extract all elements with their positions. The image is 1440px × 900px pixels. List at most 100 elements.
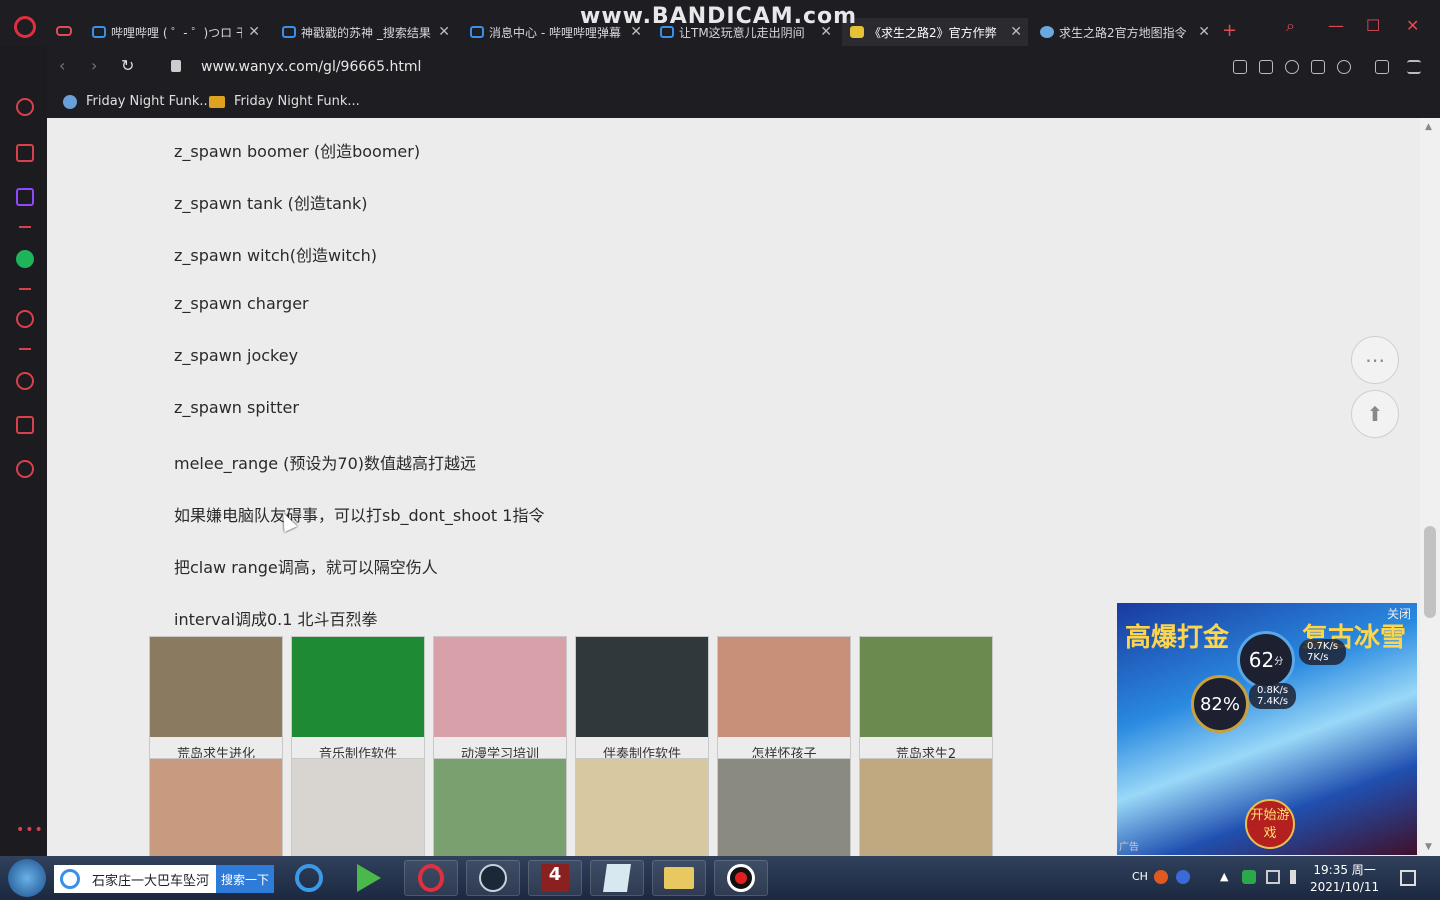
share-icon[interactable] <box>1233 60 1247 74</box>
recommendation-image <box>292 637 424 737</box>
network-icon[interactable] <box>1266 870 1280 884</box>
search-icon[interactable]: ⌕ <box>1286 16 1295 36</box>
game-advertisement[interactable]: 高爆打金 复古冰雪 关闭 广告 62 分 0.7K/s 7K/s 82% 0.8K… <box>1117 603 1417 855</box>
recommendation-card[interactable] <box>291 758 425 856</box>
recommendation-image <box>718 759 850 856</box>
new-tab-button[interactable]: + <box>1222 20 1237 41</box>
sogou-input-icon[interactable] <box>1154 870 1168 884</box>
share-float-button[interactable]: ⋯ <box>1351 336 1399 384</box>
cpu-gauge[interactable]: 82% <box>1191 675 1249 733</box>
recommendation-card[interactable] <box>859 758 993 856</box>
recommendation-card[interactable] <box>149 758 283 856</box>
recommendation-image <box>576 637 708 737</box>
action-center-icon[interactable] <box>1400 870 1416 886</box>
recommendation-card[interactable]: 荒岛求生2 <box>859 636 993 763</box>
ad-label: 广告 <box>1119 842 1139 853</box>
settings-gear-icon[interactable] <box>16 460 34 478</box>
history-icon[interactable] <box>16 372 34 390</box>
ie-search-icon <box>60 869 80 889</box>
scrollbar-thumb[interactable] <box>1424 526 1436 618</box>
recommendation-image <box>718 637 850 737</box>
recommendation-card[interactable]: 荒岛求生进化 <box>149 636 283 763</box>
maximize-button[interactable]: ☐ <box>1366 16 1380 35</box>
back-to-top-button[interactable]: ⬆ <box>1351 390 1399 438</box>
recommendation-card[interactable]: 音乐制作软件 <box>291 636 425 763</box>
network-speed: 0.8K/s 7.4K/s <box>1249 683 1297 709</box>
tab-bilibili-home[interactable]: 哔哩哔哩 ( ゜- ゜)つロ 干杯 ✕ <box>84 18 266 46</box>
recommendation-card[interactable] <box>433 758 567 856</box>
more-icon[interactable]: ••• <box>16 822 44 838</box>
security-shield-icon[interactable] <box>1242 870 1256 884</box>
url-field[interactable]: www.wanyx.com/gl/96665.html <box>201 59 421 75</box>
recommendation-card[interactable] <box>575 758 709 856</box>
adblock-icon[interactable] <box>1285 60 1299 74</box>
bookmark-item[interactable]: Friday Night Funk... <box>209 94 360 109</box>
recommendation-card[interactable]: 伴奏制作软件 <box>575 636 709 763</box>
send-icon[interactable] <box>1311 60 1325 74</box>
ad-close-button[interactable]: 关闭 <box>1387 605 1411 622</box>
close-icon[interactable]: ✕ <box>1198 24 1210 40</box>
scroll-down-icon[interactable]: ▼ <box>1425 842 1432 852</box>
bilibili-icon <box>92 26 106 38</box>
easy-setup-menu-icon[interactable] <box>1407 60 1421 74</box>
heart-icon[interactable] <box>1337 60 1351 74</box>
close-window-button[interactable]: ✕ <box>1406 16 1419 35</box>
page-scrollbar[interactable]: ▲ ▼ <box>1420 118 1440 856</box>
gamepad-icon[interactable] <box>56 26 72 36</box>
help-icon[interactable] <box>1176 870 1190 884</box>
recommendation-card[interactable]: 怎样怀孩子 <box>717 636 851 763</box>
forward-button[interactable]: › <box>91 56 97 75</box>
whatsapp-icon[interactable] <box>16 250 34 268</box>
back-button[interactable]: ‹ <box>59 56 65 75</box>
taskbar-search-button[interactable]: 搜索一下 <box>216 865 274 893</box>
close-icon[interactable]: ✕ <box>438 24 450 40</box>
article-line: z_spawn spitter <box>174 398 299 417</box>
ad-start-game-button[interactable]: 开始游戏 <box>1245 799 1295 849</box>
tab-bilibili-search[interactable]: 神戳戳的苏神 _搜索结果 ✕ <box>274 18 456 46</box>
volume-icon[interactable] <box>1290 870 1302 884</box>
recommendation-image <box>860 637 992 737</box>
opera-taskbar-icon[interactable] <box>404 860 458 896</box>
kbh-bookmark-icon <box>209 95 225 108</box>
media-player-icon[interactable] <box>342 860 396 896</box>
notepad-icon[interactable] <box>590 860 644 896</box>
arrow-up-icon: ⬆ <box>1366 402 1384 426</box>
tab-l4d2-cheats[interactable]: 《求生之路2》官方作弊 ✕ <box>842 18 1028 46</box>
page-content: z_spawn boomer (创造boomer) z_spawn tank (… <box>47 118 1420 856</box>
opera-logo-icon[interactable] <box>14 16 36 38</box>
reload-button[interactable]: ↻ <box>121 56 134 75</box>
ad-title-left: 高爆打金 <box>1125 623 1230 653</box>
bilibili-icon <box>470 26 484 38</box>
internet-explorer-icon[interactable] <box>282 860 336 896</box>
player-icon[interactable] <box>16 310 34 328</box>
tray-expand-icon[interactable]: ▲ <box>1220 870 1228 883</box>
file-explorer-icon[interactable] <box>652 860 706 896</box>
score-gauge[interactable]: 62 分 <box>1237 631 1295 689</box>
system-clock[interactable]: 19:35 周一 2021/10/11 <box>1310 862 1379 896</box>
steam-icon[interactable] <box>466 860 520 896</box>
lock-icon <box>171 60 181 72</box>
bookmarks-bar: Friday Night Funk... Friday Night Funk..… <box>47 88 1440 118</box>
recommendation-card[interactable]: 动漫学习培训 <box>433 636 567 763</box>
network-speed-small: 0.7K/s 7K/s <box>1299 639 1347 665</box>
shopping-icon[interactable] <box>16 144 34 162</box>
snapshot-camera-icon[interactable] <box>1259 60 1273 74</box>
sidebar-divider <box>19 226 31 228</box>
close-icon[interactable]: ✕ <box>248 24 260 40</box>
extensions-icon[interactable] <box>16 416 34 434</box>
recommendation-image <box>292 759 424 856</box>
input-language[interactable]: CH <box>1132 870 1148 883</box>
minimize-button[interactable]: — <box>1328 16 1344 35</box>
speed-dial-icon[interactable] <box>16 98 34 116</box>
bandicam-record-icon[interactable] <box>714 860 768 896</box>
bookmark-item[interactable]: Friday Night Funk... <box>63 94 212 109</box>
scroll-up-icon[interactable]: ▲ <box>1425 122 1432 132</box>
bilibili-icon <box>282 26 296 38</box>
start-button[interactable] <box>8 859 46 897</box>
download-icon[interactable] <box>1375 60 1389 74</box>
twitch-icon[interactable] <box>16 188 34 206</box>
tab-l4d2-map-commands[interactable]: 求生之路2官方地图指令 ✕ <box>1032 18 1216 46</box>
left4dead2-icon[interactable]: 4 <box>528 860 582 896</box>
recommendation-card[interactable] <box>717 758 851 856</box>
close-icon[interactable]: ✕ <box>1010 24 1022 40</box>
